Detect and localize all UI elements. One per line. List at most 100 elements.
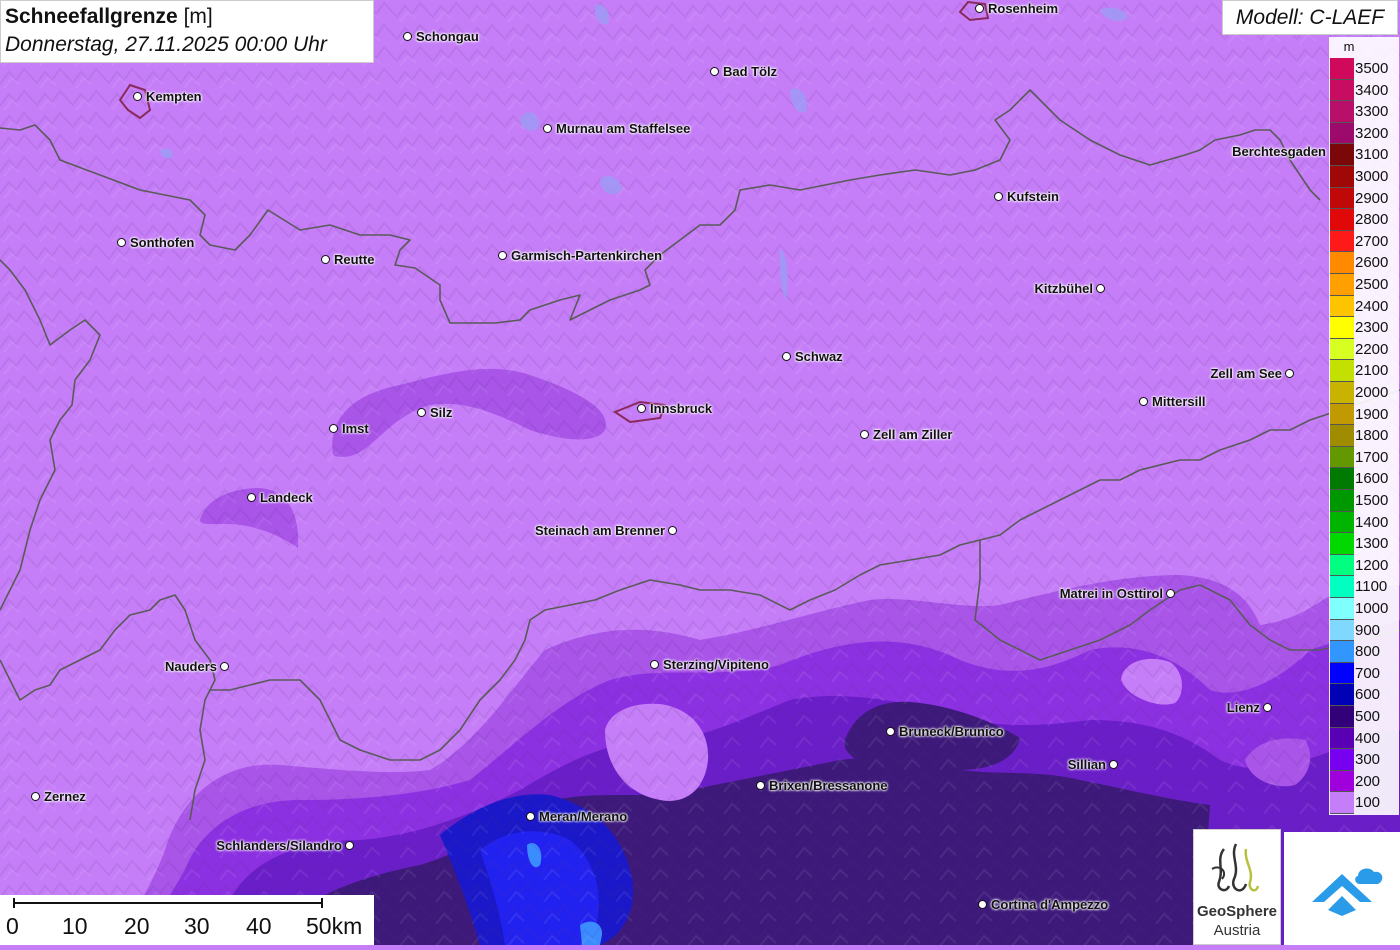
city-marker[interactable] [1096, 284, 1105, 293]
city-label[interactable]: Rosenheim [988, 1, 1058, 16]
city-marker[interactable] [1166, 589, 1175, 598]
legend-value: 900 [1355, 621, 1381, 639]
city-marker[interactable] [975, 4, 984, 13]
legend-swatch [1330, 425, 1354, 447]
city-label[interactable]: Schongau [416, 29, 479, 44]
city-label[interactable]: Kitzbühel [1035, 281, 1094, 296]
scale-bar-label: 30 [184, 913, 210, 939]
legend-value: 300 [1355, 751, 1381, 769]
legend-value: 400 [1355, 729, 1381, 747]
legend-value: 3000 [1355, 168, 1389, 185]
city-marker[interactable] [498, 251, 507, 260]
city-label[interactable]: Kempten [146, 89, 202, 104]
city-label[interactable]: Berchtesgaden [1232, 144, 1326, 159]
city-marker[interactable] [1139, 397, 1148, 406]
legend-entry: 2000 [1329, 382, 1399, 404]
city-marker[interactable] [886, 727, 895, 736]
legend-value: 3400 [1355, 81, 1389, 99]
legend-entry: 3200 [1329, 122, 1399, 145]
city-label[interactable]: Zell am Ziller [873, 427, 952, 442]
city-label[interactable]: Schwaz [795, 349, 843, 364]
legend-value: 1600 [1355, 470, 1389, 488]
city-marker[interactable] [637, 404, 646, 413]
city-label[interactable]: Innsbruck [650, 401, 712, 416]
city-label[interactable]: Silz [430, 405, 452, 420]
city-label[interactable]: Murnau am Staffelsee [556, 121, 690, 136]
city-marker[interactable] [1263, 703, 1272, 712]
legend-swatch [1330, 770, 1354, 793]
city-marker[interactable] [756, 781, 765, 790]
city-label[interactable]: Lienz [1227, 700, 1260, 715]
city-marker[interactable] [1285, 369, 1294, 378]
city-marker[interactable] [321, 255, 330, 264]
legend-entry: 1200 [1329, 554, 1399, 577]
city-label[interactable]: Zell am See [1210, 366, 1282, 381]
legend-entry: 2500 [1329, 274, 1399, 296]
legend-swatch [1330, 511, 1354, 534]
city-marker[interactable] [345, 841, 354, 850]
city-marker[interactable] [978, 900, 987, 909]
city-label[interactable]: Steinach am Brenner [535, 523, 665, 538]
city-label[interactable]: Meran/Merano [539, 809, 627, 824]
city-marker[interactable] [133, 92, 142, 101]
city-label[interactable]: Mittersill [1152, 394, 1205, 409]
city-marker[interactable] [31, 792, 40, 801]
legend-swatch [1330, 706, 1354, 728]
city-label[interactable]: Garmisch-Partenkirchen [511, 248, 662, 263]
legend-value: 1100 [1355, 578, 1388, 596]
legend-swatch [1330, 166, 1354, 188]
legend-swatch [1330, 403, 1354, 426]
legend-swatch [1330, 295, 1354, 318]
legend-swatch [1330, 382, 1354, 404]
legend-entry: 1100 [1329, 576, 1399, 598]
city-label[interactable]: Reutte [334, 252, 374, 267]
scale-bar: 0 10 20 30 40 50km [0, 895, 374, 945]
city-marker[interactable] [650, 660, 659, 669]
city-marker[interactable] [403, 32, 412, 41]
city-marker[interactable] [1109, 760, 1118, 769]
snowline-map[interactable] [0, 0, 1400, 945]
city-label[interactable]: Bruneck/Brunico [899, 724, 1004, 739]
legend-entry: 500 [1329, 706, 1399, 728]
city-label[interactable]: Nauders [165, 659, 217, 674]
city-label[interactable]: Schlanders/Silandro [216, 838, 342, 853]
city-marker[interactable] [220, 662, 229, 671]
city-marker[interactable] [417, 408, 426, 417]
city-marker[interactable] [668, 526, 677, 535]
city-marker[interactable] [526, 812, 535, 821]
city-label[interactable]: Sterzing/Vipiteno [663, 657, 769, 672]
legend-entry: 1400 [1329, 511, 1399, 534]
city-label[interactable]: Imst [342, 421, 369, 436]
legend-value: 200 [1355, 772, 1381, 790]
legend-swatch [1330, 533, 1354, 555]
scale-bar-label: 10 [62, 913, 88, 939]
color-legend: m 3500 3400 3300 3200 3100 3000 2900 2800 2700 26… [1329, 37, 1399, 815]
legend-value: 1500 [1355, 492, 1389, 509]
legend-value: 1700 [1355, 448, 1389, 466]
city-marker[interactable] [117, 238, 126, 247]
city-marker[interactable] [994, 192, 1003, 201]
city-label[interactable]: Brixen/Bressanone [769, 778, 888, 793]
legend-entry: 3100 [1329, 144, 1399, 166]
legend-entry: 800 [1329, 641, 1399, 663]
legend-swatch [1330, 490, 1354, 512]
legend-value: 700 [1355, 664, 1381, 682]
city-marker[interactable] [329, 424, 338, 433]
legend-swatch [1330, 662, 1354, 685]
city-marker[interactable] [247, 493, 256, 502]
city-marker[interactable] [710, 67, 719, 76]
city-marker[interactable] [782, 352, 791, 361]
city-label[interactable]: Cortina d'Ampezzo [991, 897, 1108, 912]
city-label[interactable]: Matrei in Osttirol [1060, 586, 1163, 601]
legend-value: 3500 [1355, 60, 1389, 77]
city-marker[interactable] [860, 430, 869, 439]
city-label[interactable]: Bad Tölz [723, 64, 777, 79]
city-label[interactable]: Kufstein [1007, 189, 1059, 204]
city-label[interactable]: Zernez [44, 789, 86, 804]
geosphere-emblem-icon [1211, 843, 1260, 892]
legend-entry: 2600 [1329, 252, 1399, 274]
city-marker[interactable] [543, 124, 552, 133]
city-label[interactable]: Sonthofen [130, 235, 194, 250]
city-label[interactable]: Landeck [260, 490, 313, 505]
city-label[interactable]: Sillian [1068, 757, 1106, 772]
